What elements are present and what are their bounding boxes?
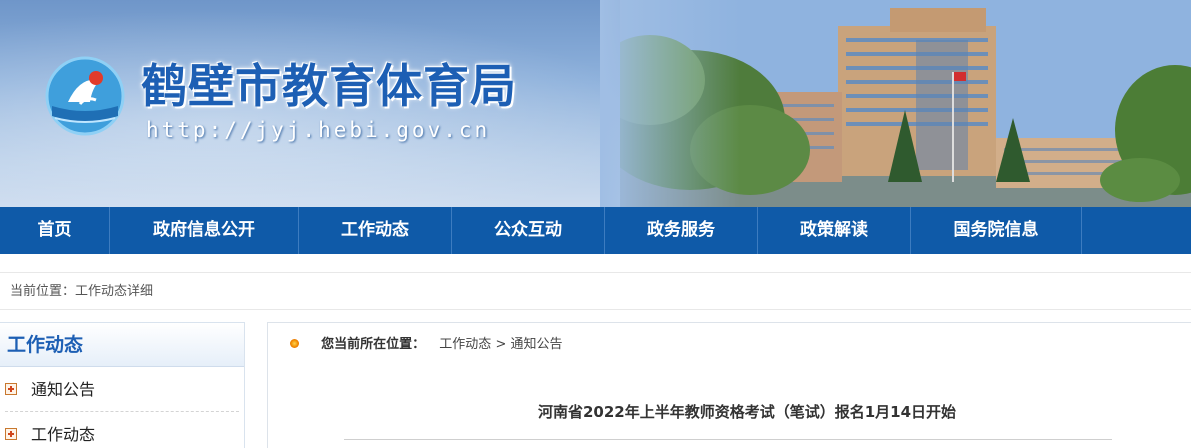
article-title: 河南省2022年上半年教师资格考试（笔试）报名1月14日开始 — [537, 403, 957, 421]
breadcrumb-link-work-news[interactable]: 工作动态 — [439, 337, 491, 352]
location-text: 当前位置：工作动态详细 — [10, 284, 154, 299]
nav-item-public-interaction[interactable]: 公众互动 — [452, 207, 605, 254]
plus-box-icon — [5, 428, 17, 440]
breadcrumb-separator: > — [495, 337, 507, 352]
site-url: http://jyj.hebi.gov.cn — [146, 118, 491, 142]
nav-item-work-news[interactable]: 工作动态 — [299, 207, 452, 254]
bullet-icon — [290, 338, 299, 348]
nav-filler — [1082, 207, 1191, 254]
main-content: 您当前所在位置： 工作动态 > 通知公告 河南省2022年上半年教师资格考试（笔… — [267, 322, 1191, 448]
plus-box-icon — [5, 383, 17, 395]
nav-item-policy-reading[interactable]: 政策解读 — [758, 207, 911, 254]
breadcrumb-label: 您当前所在位置： — [321, 337, 426, 352]
crane-emblem-icon — [45, 56, 125, 136]
location-bar: 当前位置：工作动态详细 — [0, 272, 1191, 310]
sidebar-item-work-news[interactable]: 工作动态 — [5, 412, 239, 448]
main-nav: 首页 政府信息公开 工作动态 公众互动 政务服务 政策解读 国务院信息 — [0, 207, 1191, 254]
sidebar-item-label: 工作动态 — [31, 425, 96, 444]
site-title: 鹤壁市教育体育局 — [141, 59, 517, 113]
breadcrumb: 您当前所在位置： 工作动态 > 通知公告 — [290, 335, 563, 355]
sidebar: 工作动态 通知公告 工作动态 — [0, 322, 245, 448]
sidebar-item-label: 通知公告 — [31, 380, 96, 399]
banner-photo-fade — [600, 0, 740, 207]
nav-item-home[interactable]: 首页 — [0, 207, 110, 254]
sidebar-heading: 工作动态 — [0, 323, 244, 367]
nav-item-state-council[interactable]: 国务院信息 — [911, 207, 1082, 254]
nav-item-gov-info[interactable]: 政府信息公开 — [110, 207, 299, 254]
title-divider — [344, 439, 1112, 440]
nav-item-gov-services[interactable]: 政务服务 — [605, 207, 758, 254]
breadcrumb-link-notices[interactable]: 通知公告 — [511, 337, 563, 352]
header-banner: 鹤壁市教育体育局 http://jyj.hebi.gov.cn — [0, 0, 1191, 207]
sidebar-item-notices[interactable]: 通知公告 — [5, 367, 239, 412]
